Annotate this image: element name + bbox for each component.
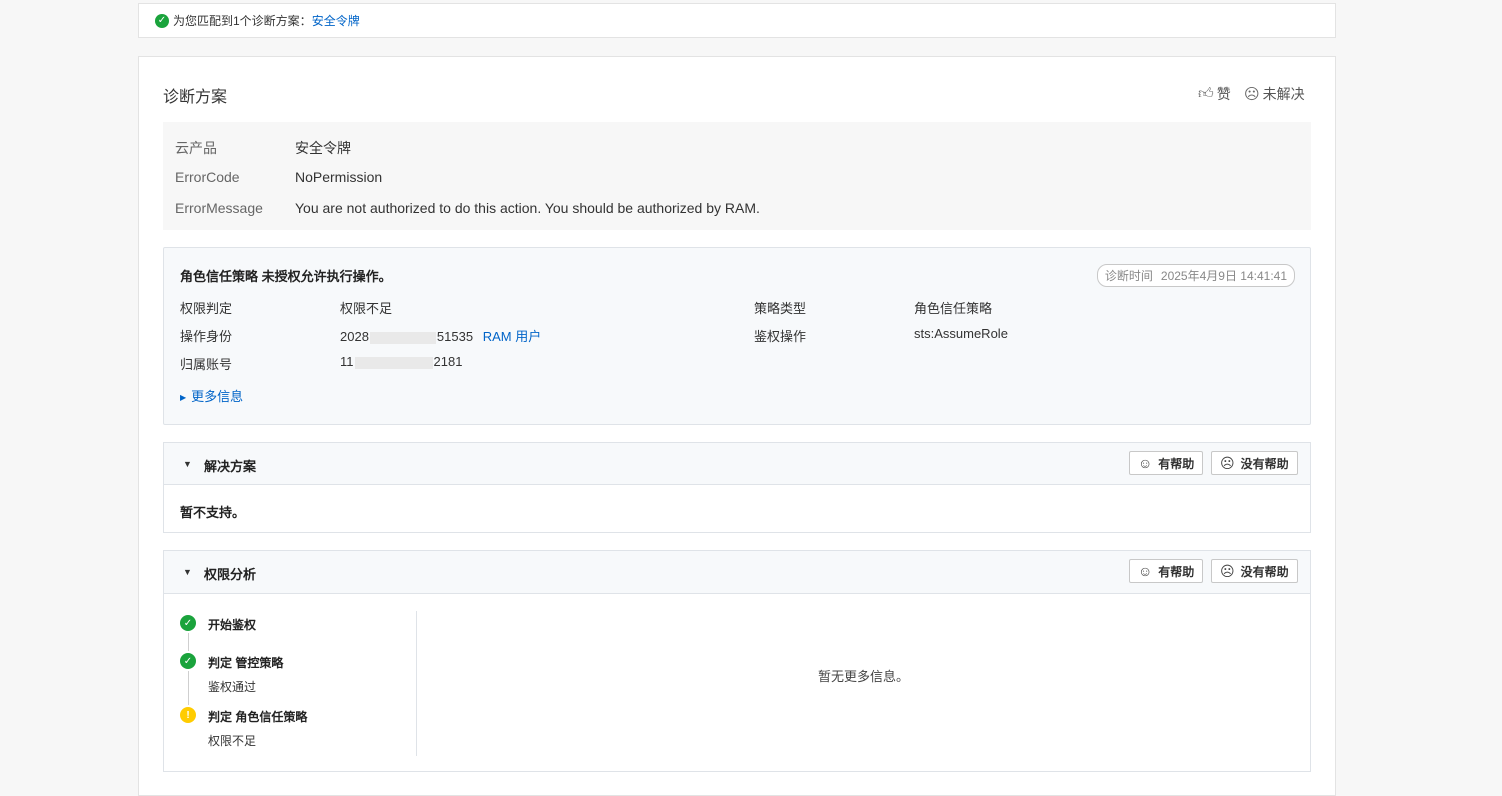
empty-state-text: 暂无更多信息。 — [817, 669, 909, 684]
timeline-line — [188, 633, 189, 651]
analysis-title: 权限分析 — [204, 567, 257, 582]
policy-type-value: 角色信任策略 — [914, 301, 993, 316]
panel-title: 诊断方案 — [163, 89, 228, 106]
helpful-button[interactable]: ☺ 有帮助 — [1129, 451, 1204, 475]
unresolved-label: 未解决 — [1262, 86, 1305, 102]
check-circle-icon: ✓ — [180, 653, 196, 669]
helpful-label: 有帮助 — [1158, 456, 1195, 471]
helpful-label: 有帮助 — [1158, 564, 1195, 579]
account-suffix: 2181 — [433, 354, 463, 369]
info-label: ErrorCode — [175, 169, 240, 185]
solution-title: 解决方案 — [204, 459, 257, 474]
redaction-mask — [369, 331, 436, 344]
more-info-label: 更多信息 — [191, 389, 244, 404]
policy-type-label: 策略类型 — [754, 301, 807, 316]
banner-solution-link[interactable]: 安全令牌 — [312, 12, 360, 29]
like-label: 赞 — [1216, 86, 1231, 102]
check-circle-icon: ✓ — [180, 615, 196, 631]
diagnosis-card: 角色信任策略 未授权允许执行操作。 诊断时间 2025年4月9日 14:41:41… — [163, 247, 1311, 425]
ram-user-link[interactable]: RAM 用户 — [483, 329, 542, 344]
timeline-line — [188, 671, 189, 705]
not-helpful-label: 没有帮助 — [1240, 564, 1289, 579]
diagnosis-time-badge: 诊断时间 2025年4月9日 14:41:41 — [1096, 264, 1295, 287]
smile-face-icon: ☺ — [1138, 455, 1153, 471]
identity-prefix: 2028 — [340, 329, 369, 344]
analysis-section: ▼ 权限分析 ☺ 有帮助 ☹ 没有帮助 ✓ 开始鉴权 ✓ 判定 管控策略 鉴权通过 … — [163, 550, 1311, 772]
info-label: 云产品 — [175, 140, 217, 156]
smile-face-icon: ☺ — [1138, 563, 1153, 579]
helpful-button[interactable]: ☺ 有帮助 — [1129, 559, 1204, 583]
like-button[interactable]: 👍︎ 赞 — [1198, 84, 1231, 104]
account-prefix: 11 — [340, 354, 354, 369]
caret-down-icon[interactable]: ▼ — [183, 567, 192, 577]
perm-label: 权限判定 — [180, 301, 233, 316]
account-label: 归属账号 — [180, 357, 233, 372]
frown-face-icon: ☹ — [1220, 562, 1235, 579]
info-row-product: 云产品 安全令牌 — [175, 138, 351, 158]
warning-circle-icon: ! — [180, 707, 196, 723]
info-label: ErrorMessage — [175, 200, 263, 216]
caret-right-icon: ▶ — [180, 393, 187, 402]
diagnosis-time-label: 诊断时间 — [1104, 269, 1153, 283]
redaction-mask — [354, 356, 433, 369]
info-row-errormessage: ErrorMessage You are not authorized to do… — [175, 200, 760, 216]
identity-label: 操作身份 — [180, 329, 233, 344]
caret-down-icon[interactable]: ▼ — [183, 459, 192, 469]
auth-action-value: sts:AssumeRole — [914, 326, 1008, 341]
info-value: 安全令牌 — [295, 140, 351, 156]
identity-value: 2028 51535 RAM 用户 — [340, 326, 541, 345]
identity-suffix: 51535 — [436, 329, 474, 344]
step-title: 判定 角色信任策略 — [208, 710, 308, 724]
banner-text: 为您匹配到1个诊断方案： — [173, 14, 312, 28]
not-helpful-label: 没有帮助 — [1240, 456, 1289, 471]
frown-face-icon: ☹ — [1244, 86, 1260, 103]
step-subtitle: 权限不足 — [208, 734, 257, 748]
step-subtitle: 鉴权通过 — [208, 680, 257, 694]
info-value: You are not authorized to do this action… — [295, 200, 760, 216]
not-helpful-button[interactable]: ☹ 没有帮助 — [1211, 559, 1298, 583]
account-value: 11 2181 — [340, 354, 462, 369]
solution-section: ▼ 解决方案 ☺ 有帮助 ☹ 没有帮助 暂不支持。 — [163, 442, 1311, 533]
info-row-errorcode: ErrorCode NoPermission — [175, 169, 382, 185]
perm-value: 权限不足 — [340, 301, 393, 316]
auth-action-label: 鉴权操作 — [754, 329, 807, 344]
info-value: NoPermission — [295, 169, 383, 185]
unresolved-button[interactable]: ☹ 未解决 — [1244, 84, 1305, 104]
check-circle-icon: ✓ — [155, 13, 169, 28]
error-info-box: 云产品 安全令牌 ErrorCode NoPermission ErrorMessa… — [163, 122, 1311, 230]
match-banner: ✓ 为您匹配到1个诊断方案： 安全令牌 — [138, 3, 1336, 38]
frown-face-icon: ☹ — [1220, 454, 1235, 471]
diagnosis-time-value: 2025年4月9日 14:41:41 — [1160, 269, 1287, 283]
more-info-toggle[interactable]: ▶ 更多信息 — [180, 386, 243, 405]
diagnosis-title: 角色信任策略 未授权允许执行操作。 — [180, 269, 392, 284]
not-helpful-button[interactable]: ☹ 没有帮助 — [1211, 451, 1298, 475]
thumbs-up-icon: 👍︎ — [1198, 85, 1214, 102]
solution-header[interactable]: ▼ 解决方案 ☺ 有帮助 ☹ 没有帮助 — [164, 443, 1310, 485]
solution-content: 暂不支持。 — [180, 505, 246, 520]
analysis-header[interactable]: ▼ 权限分析 ☺ 有帮助 ☹ 没有帮助 — [164, 551, 1310, 594]
step-title: 判定 管控策略 — [208, 656, 284, 670]
step-title: 开始鉴权 — [208, 618, 257, 632]
